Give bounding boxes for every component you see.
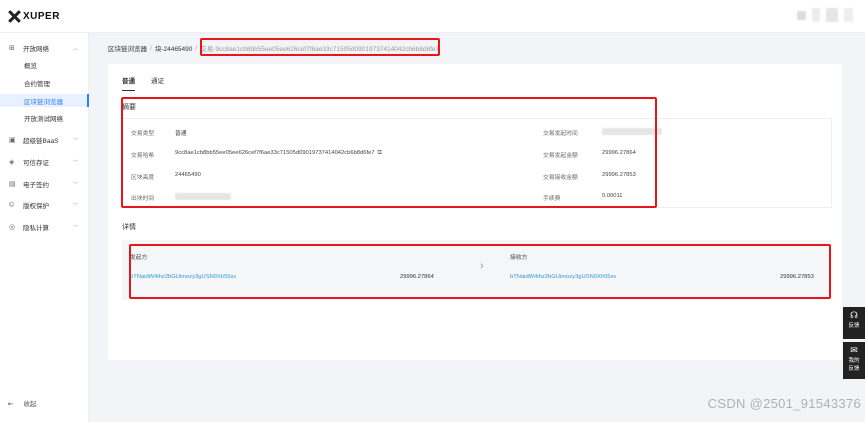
user-name[interactable] (826, 8, 838, 22)
nav-group-privacy[interactable]: ◎ 隐私计算 ﹀ (0, 221, 89, 233)
tab-normal[interactable]: 普通 (122, 75, 135, 91)
privacy-icon: ◎ (9, 224, 16, 231)
sidebar-item-explorer[interactable]: 区块链浏览器 (0, 94, 89, 107)
sidebar-item-testnet[interactable]: 开放测试网络 (0, 112, 89, 124)
tab-bar: 普通 通证 (122, 75, 164, 91)
chevron-up-icon: ︿ (73, 45, 79, 52)
user-avatar[interactable] (812, 8, 820, 22)
notification-icon[interactable] (797, 10, 806, 20)
shield-icon: ◈ (9, 159, 15, 166)
details-title: 详情 (122, 224, 136, 231)
sidebar-item-contracts[interactable]: 合约管理 (0, 77, 89, 89)
nav-group-open-network[interactable]: ⊞ 开放网络 ︿ (0, 42, 89, 54)
my-feedback-button[interactable]: ✉ 我的 反馈 (843, 342, 865, 379)
mail-icon: ✉ (850, 345, 858, 355)
chevron-down-icon: ﹀ (73, 202, 79, 209)
highlight-box-summary (121, 97, 657, 208)
highlight-box-transaction-id (200, 38, 440, 56)
chevron-down-icon: ﹀ (73, 181, 79, 188)
user-area[interactable] (797, 8, 853, 22)
chevron-down-icon: ﹀ (73, 224, 79, 231)
menu-icon[interactable] (844, 8, 853, 22)
breadcrumb-separator: / (195, 44, 198, 52)
chevron-down-icon: ﹀ (73, 137, 79, 144)
highlight-box-details (129, 244, 831, 299)
nav-group-evidence[interactable]: ◈ 可信存证 ﹀ (0, 156, 89, 168)
nav-group-copyright[interactable]: © 版权保护 ﹀ (0, 199, 89, 211)
breadcrumb-block[interactable]: 块-24465490 (155, 43, 193, 53)
breadcrumb-root[interactable]: 区块链浏览器 (108, 43, 147, 53)
sidebar: ⊞ 开放网络 ︿ 概览 合约管理 区块链浏览器 开放测试网络 ▣ 超级链BaaS… (0, 33, 89, 422)
tab-token[interactable]: 通证 (151, 75, 164, 91)
grid-icon: ⊞ (9, 45, 15, 52)
logo[interactable]: XUPER (8, 10, 60, 22)
cube-icon: ▣ (9, 137, 16, 144)
chevron-down-icon: ﹀ (73, 159, 79, 166)
nav-group-esign[interactable]: ▤ 电子签约 ﹀ (0, 178, 89, 190)
headset-icon: ☊ (850, 310, 858, 320)
breadcrumb-separator: / (150, 44, 152, 52)
sign-icon: ▤ (9, 181, 16, 188)
top-bar: XUPER (0, 0, 865, 33)
collapse-icon: ⇤ (8, 401, 14, 408)
nav-group-baas[interactable]: ▣ 超级链BaaS ﹀ (0, 134, 89, 146)
feedback-button[interactable]: ☊ 反馈 (843, 307, 865, 339)
copyright-icon: © (9, 201, 15, 209)
watermark: CSDN @2501_91543376 (707, 396, 861, 411)
xuper-logo-icon (8, 10, 20, 22)
collapse-button[interactable]: ⇤ 收起 (8, 398, 36, 408)
logo-text: XUPER (23, 10, 60, 22)
sidebar-item-overview[interactable]: 概览 (0, 59, 89, 71)
